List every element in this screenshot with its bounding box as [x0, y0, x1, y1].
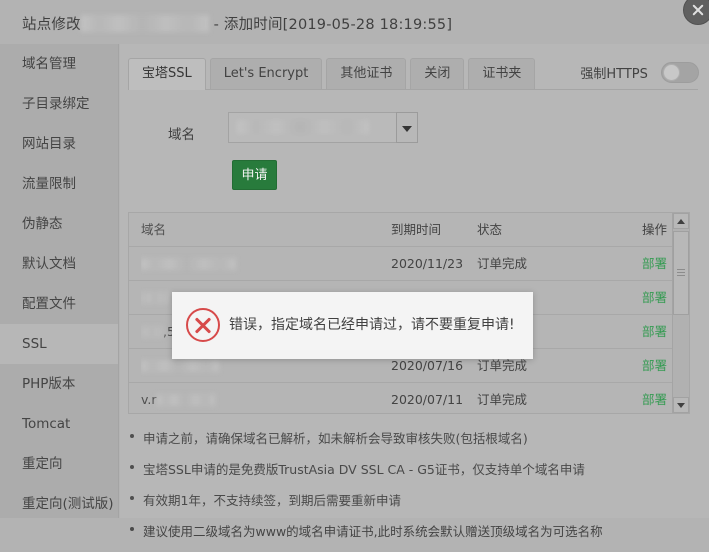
table-row[interactable]: v.r 2020/07/11 订单完成 部署 — [129, 383, 689, 413]
cell-domain — [141, 247, 381, 281]
sidebar-item-redirect-beta[interactable]: 重定向(测试版) — [0, 484, 118, 524]
error-toast[interactable]: 错误，指定域名已经申请过，请不要重复申请! — [172, 292, 533, 359]
sidebar-item-label: 子目录绑定 — [22, 96, 90, 112]
deploy-link[interactable]: 部署 — [642, 281, 667, 315]
scrollbar-grip — [677, 269, 685, 270]
redacted-site-name — [80, 15, 209, 32]
page-title: 站点修改 - 添加时间[2019-05-28 18:19:55] — [22, 13, 452, 34]
sidebar-item-subdir-bind[interactable]: 子目录绑定 — [0, 84, 118, 124]
sidebar-item-redirect[interactable]: 重定向 — [0, 444, 118, 484]
close-icon[interactable] — [683, 0, 709, 25]
sidebar-item-ssl[interactable]: SSL — [0, 324, 118, 364]
force-https-label: 强制HTTPS — [580, 67, 648, 82]
sidebar-item-label: 域名管理 — [22, 56, 76, 72]
title-prefix: 站点修改 — [22, 17, 81, 33]
title-suffix: - 添加时间[2019-05-28 18:19:55] — [208, 17, 453, 33]
tab-label: 关闭 — [424, 66, 451, 81]
table-scrollbar[interactable] — [672, 213, 689, 413]
apply-button[interactable]: 申请 — [232, 160, 277, 190]
note-item: 有效期1年，不支持续签，到期后需要重新申请 — [128, 490, 698, 509]
deploy-link[interactable]: 部署 — [642, 383, 667, 413]
column-header-status: 状态 — [477, 222, 503, 237]
sidebar-item-label: Tomcat — [22, 416, 71, 432]
tab-lets-encrypt[interactable]: Let's Encrypt — [209, 58, 323, 89]
cell-status: 订单完成 — [477, 392, 528, 407]
dialog-title-bar: 站点修改 - 添加时间[2019-05-28 18:19:55] — [0, 0, 709, 44]
sidebar-item-label: 配置文件 — [22, 296, 76, 312]
tab-label: 宝塔SSL — [142, 66, 192, 81]
table-header-row: 域名 到期时间 状态 操作 — [129, 213, 689, 247]
cell-domain-text: v.r — [141, 392, 157, 407]
redacted-domain — [141, 360, 219, 372]
column-header-expire: 到期时间 — [391, 222, 442, 237]
cell-expire: 2020/07/11 — [391, 392, 464, 407]
force-https-toggle[interactable] — [661, 62, 699, 83]
sidebar-item-rewrite[interactable]: 伪静态 — [0, 204, 118, 244]
site-modify-dialog: 站点修改 - 添加时间[2019-05-28 18:19:55] 域名管理 子目… — [0, 0, 709, 539]
caret-down-icon[interactable] — [673, 397, 689, 413]
scrollbar-thumb[interactable] — [673, 231, 689, 315]
sidebar-item-domain-manage[interactable]: 域名管理 — [0, 44, 118, 84]
tab-cert-folder[interactable]: 证书夹 — [468, 58, 536, 89]
cell-domain: v.r — [141, 383, 381, 413]
tab-label: 其他证书 — [340, 66, 393, 81]
redacted-domain — [141, 258, 236, 270]
sidebar-item-label: 伪静态 — [22, 216, 63, 232]
tab-label: 证书夹 — [482, 66, 522, 81]
sidebar-item-label: 重定向 — [22, 456, 63, 472]
deploy-link[interactable]: 部署 — [642, 247, 667, 281]
sidebar-item-label: 流量限制 — [22, 176, 76, 192]
note-item: 建议使用二级域名为www的域名申请证书,此时系统会默认赠送顶级域名为可选名称 — [128, 521, 698, 540]
domain-select[interactable] — [228, 112, 418, 143]
sidebar-item-tomcat[interactable]: Tomcat — [0, 404, 118, 444]
sidebar-item-config-file[interactable]: 配置文件 — [0, 284, 118, 324]
column-header-action: 操作 — [641, 222, 667, 237]
redacted-domain — [141, 292, 169, 304]
deploy-link[interactable]: 部署 — [642, 315, 667, 349]
tab-label: Let's Encrypt — [223, 66, 309, 81]
deploy-link[interactable]: 部署 — [642, 349, 667, 383]
sidebar-item-label: 网站目录 — [22, 136, 76, 152]
redacted-domain — [141, 326, 163, 338]
tab-close-ssl[interactable]: 关闭 — [410, 58, 465, 89]
sidebar: 域名管理 子目录绑定 网站目录 流量限制 伪静态 默认文档 配置文件 SSL P… — [0, 44, 119, 518]
sidebar-item-default-doc[interactable]: 默认文档 — [0, 244, 118, 284]
domain-select-row: 域名 — [120, 112, 709, 152]
error-circle-x-icon — [186, 308, 220, 342]
cell-expire: 2020/11/23 — [391, 256, 464, 271]
table-row[interactable]: 2020/11/23 订单完成 部署 — [129, 247, 689, 281]
tab-bt-ssl[interactable]: 宝塔SSL — [128, 58, 206, 90]
note-item: 申请之前，请确保域名已解析，如未解析会导致审核失败(包括根域名) — [128, 428, 698, 447]
force-https-control: 强制HTTPS — [580, 62, 699, 86]
redacted-domain-value — [237, 120, 369, 134]
domain-label: 域名 — [168, 127, 195, 143]
sidebar-item-label: 重定向(测试版) — [22, 496, 114, 512]
cell-status: 订单完成 — [477, 256, 528, 271]
chevron-down-icon[interactable] — [396, 112, 418, 143]
error-message: 错误，指定域名已经申请过，请不要重复申请! — [229, 317, 515, 333]
redacted-domain — [156, 394, 215, 406]
toggle-knob — [663, 64, 680, 81]
caret-up-icon[interactable] — [673, 213, 689, 229]
sidebar-item-traffic-limit[interactable]: 流量限制 — [0, 164, 118, 204]
ssl-notes-list: 申请之前，请确保域名已解析，如未解析会导致审核失败(包括根域名) 宝塔SSL申请… — [128, 428, 698, 552]
column-header-domain: 域名 — [141, 222, 167, 237]
ssl-content-panel: 宝塔SSL Let's Encrypt 其他证书 关闭 证书夹 强制HTTPS … — [120, 44, 709, 539]
sidebar-item-site-dir[interactable]: 网站目录 — [0, 124, 118, 164]
sidebar-item-label: PHP版本 — [22, 376, 76, 392]
sidebar-item-label: SSL — [22, 336, 47, 352]
sidebar-item-php-version[interactable]: PHP版本 — [0, 364, 118, 404]
note-item: 宝塔SSL申请的是免费版TrustAsia DV SSL CA - G5证书，仅… — [128, 459, 698, 478]
tab-other-cert[interactable]: 其他证书 — [326, 58, 407, 89]
sidebar-item-label: 默认文档 — [22, 256, 76, 272]
